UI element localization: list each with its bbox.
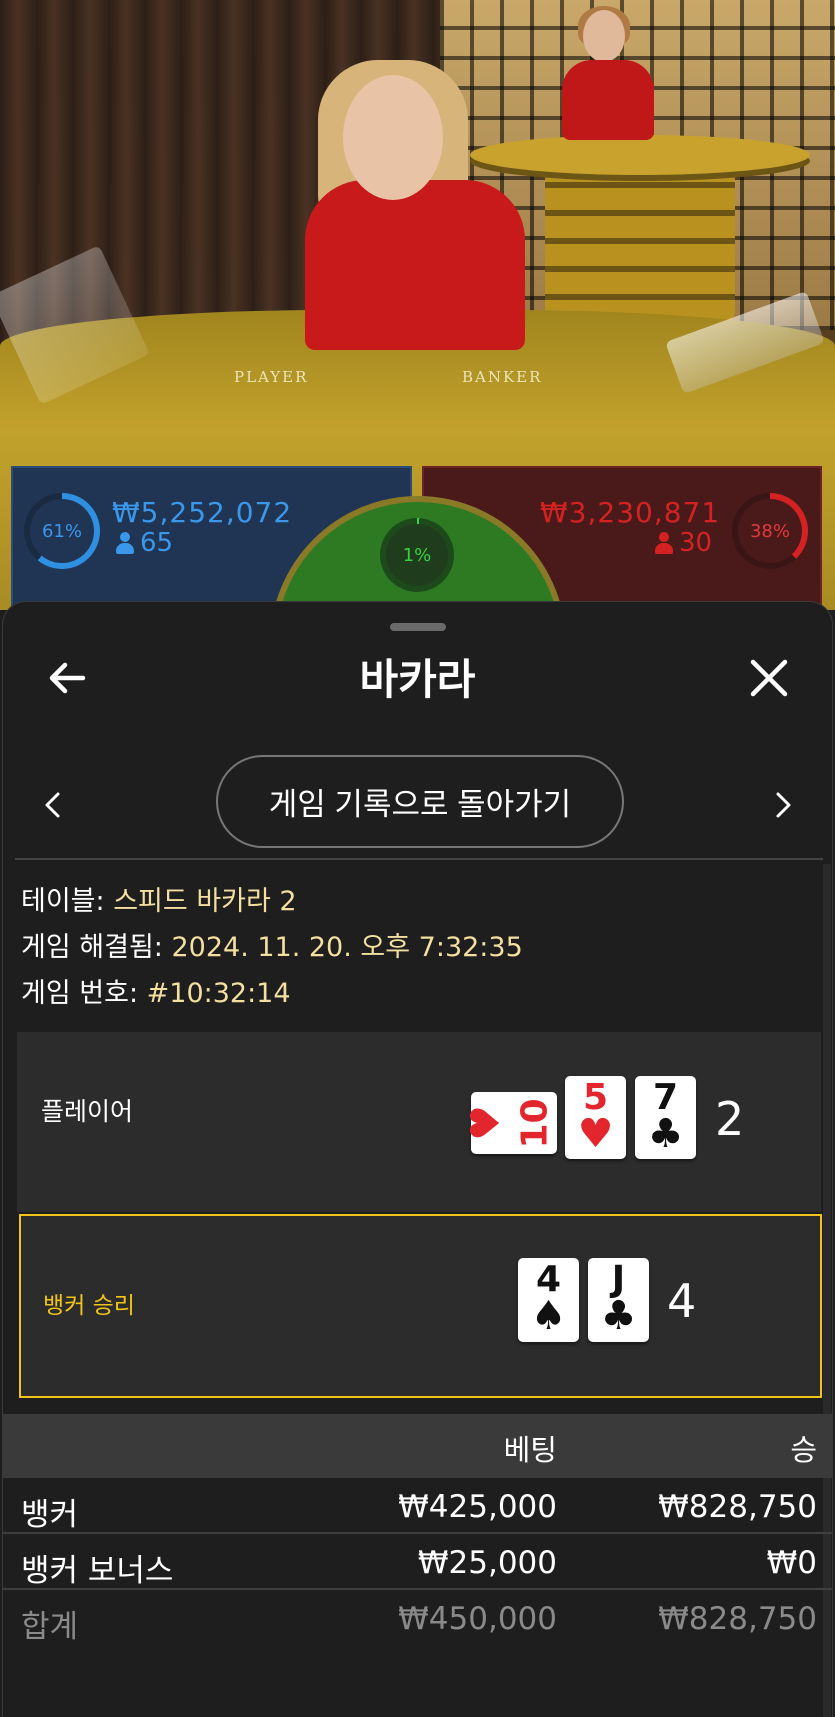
previous-game-button[interactable] [33, 780, 73, 830]
banker-score: 4 [667, 1274, 697, 1328]
game-detail-sheet: 바카라 게임 기록으로 돌아가기 테이블: 스피드 바카라 2 게임 해결됨: … [2, 601, 833, 1717]
game-number-info: 게임 번호: #10:32:14 [21, 976, 291, 1012]
background-table-base [545, 160, 735, 330]
bet-amount: ₩425,000 [398, 1489, 557, 1525]
drag-handle[interactable] [390, 623, 446, 631]
person-icon [655, 532, 673, 554]
player-total-bets: ₩5,252,072 [112, 496, 293, 529]
player-score: 2 [715, 1092, 745, 1146]
close-icon [750, 659, 788, 697]
game-number-label: 게임 번호: [21, 978, 139, 1009]
resolved-label: 게임 해결됨: [21, 932, 163, 963]
card-suit: ♣ [647, 1111, 684, 1157]
win-amount: ₩828,750 [658, 1489, 817, 1525]
card-suit: ♥ [462, 1105, 509, 1141]
felt-banker-label: BANKER [462, 368, 543, 386]
back-to-history-button[interactable]: 게임 기록으로 돌아가기 [216, 755, 624, 848]
divider [15, 858, 823, 860]
card-suit: ♣ [600, 1293, 637, 1339]
bet-name: 뱅커 [21, 1497, 79, 1533]
game-number-value: #10:32:14 [146, 978, 291, 1009]
dealer [305, 180, 525, 350]
resolved-info: 게임 해결됨: 2024. 11. 20. 오후 7:32:35 [21, 930, 523, 966]
banker-bettor-count: 30 [655, 528, 712, 558]
bet-column-header: 베팅 [503, 1433, 557, 1467]
dealer-head [343, 75, 443, 200]
total-label: 합계 [21, 1609, 79, 1645]
player-percent: 61% [41, 520, 82, 542]
player-bettor-count: 65 [116, 528, 173, 558]
chevron-right-icon [776, 792, 791, 818]
banker-bettor-count-value: 30 [679, 528, 713, 558]
card-7-clubs: 7 ♣ [635, 1076, 696, 1159]
background-dealer-head [583, 10, 625, 62]
total-row: 합계 ₩450,000 ₩828,750 [3, 1591, 832, 1646]
win-amount: ₩0 [766, 1545, 817, 1581]
card-suit: ♠ [530, 1293, 567, 1339]
resolved-value: 2024. 11. 20. 오후 7:32:35 [171, 932, 523, 963]
banker-percent-ring: 38% [732, 493, 808, 569]
card-4-spades: 4 ♠ [518, 1258, 579, 1342]
next-game-button[interactable] [763, 780, 803, 830]
chevron-left-icon [45, 792, 60, 818]
tie-percent-ring: 1% [380, 518, 454, 592]
table-value: 스피드 바카라 2 [113, 886, 297, 917]
player-bettor-count-value: 65 [140, 528, 174, 558]
banker-hand: 뱅커 승리 4 ♠ J ♣ 4 [19, 1214, 822, 1398]
player-hand: 플레이어 ♥ 10 5 ♥ 7 ♣ 2 [17, 1032, 821, 1212]
bet-amount: ₩25,000 [417, 1545, 557, 1581]
player-percent-ring: 61% [24, 493, 100, 569]
table-label: 테이블: [21, 886, 105, 917]
bet-table-header: 베팅 승 [3, 1414, 832, 1478]
sheet-title: 바카라 [359, 655, 476, 704]
banker-result-label: 뱅커 승리 [43, 1293, 135, 1319]
banker-percent: 38% [749, 520, 790, 542]
total-bet-amount: ₩450,000 [398, 1601, 557, 1637]
total-win-amount: ₩828,750 [658, 1601, 817, 1637]
card-5-hearts: 5 ♥ [565, 1076, 626, 1159]
close-button[interactable] [743, 652, 795, 704]
card-10-hearts: ♥ 10 [463, 1092, 557, 1154]
background-table [470, 135, 810, 175]
card-suit: ♥ [577, 1111, 614, 1157]
player-hand-label: 플레이어 [41, 1097, 134, 1126]
card-rank: 10 [514, 1097, 556, 1149]
tie-percent: 1% [402, 544, 432, 566]
win-column-header: 승 [790, 1433, 817, 1467]
background-dealer [562, 60, 654, 140]
felt-player-label: PLAYER [234, 368, 309, 386]
banker-total-bets: ₩3,230,871 [540, 496, 721, 529]
table-row: 뱅커 보너스 ₩25,000 ₩0 [3, 1535, 832, 1590]
bet-name: 뱅커 보너스 [21, 1553, 174, 1589]
table-row: 뱅커 ₩425,000 ₩828,750 [3, 1479, 832, 1534]
card-j-clubs: J ♣ [588, 1258, 649, 1342]
person-icon [116, 532, 134, 554]
table-info: 테이블: 스피드 바카라 2 [21, 884, 297, 920]
